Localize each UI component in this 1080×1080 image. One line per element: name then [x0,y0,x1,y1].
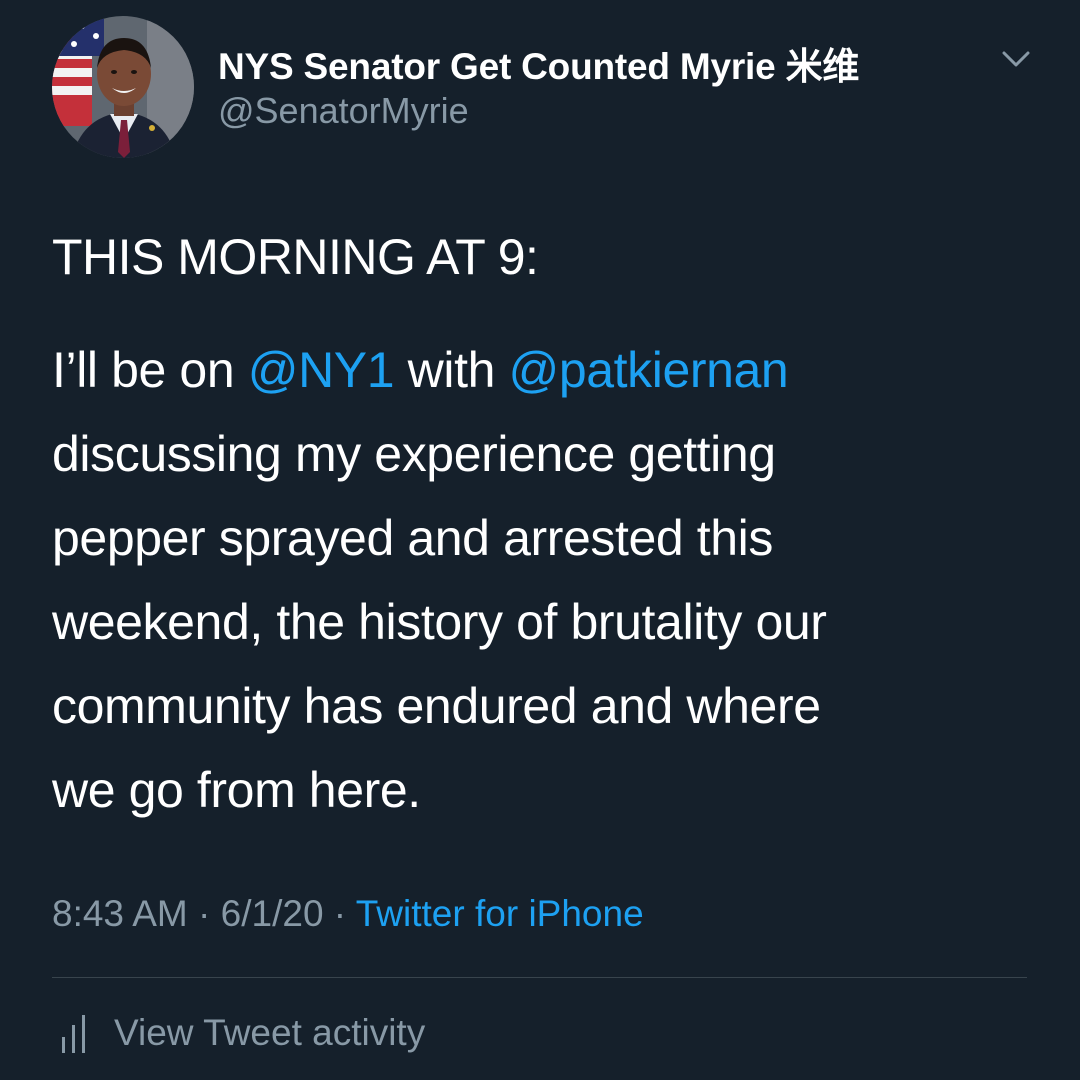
tweet-meta: 8:43 AM · 6/1/20 · Twitter for iPhone [52,893,644,935]
display-name[interactable]: NYS Senator Get Counted Myrie 米维 [218,36,859,90]
tweet-headline: THIS MORNING AT 9: [52,229,539,285]
tweet-detail: NYS Senator Get Counted Myrie 米维 @Senato… [0,0,1080,1080]
tweet-line-6: we go from here. [52,762,421,818]
tweet-line-1: I’ll be on @NY1 with @patkiernan [52,328,1042,412]
meta-separator: · [187,893,221,934]
tweet-line-5: community has endured and where [52,678,821,734]
chevron-down-icon[interactable] [996,44,1036,76]
meta-separator: · [323,893,356,934]
tweet-time: 8:43 AM [52,893,188,934]
tweet-line-3: pepper sprayed and arrested this [52,510,773,566]
divider [52,977,1027,978]
tweet-text-segment: I’ll be on [52,342,248,398]
user-handle[interactable]: @SenatorMyrie [218,90,469,132]
mention-patkiernan-link[interactable]: @patkiernan [508,342,788,398]
tweet-source-link[interactable]: Twitter for iPhone [356,893,644,934]
bar-chart-icon [62,1015,85,1053]
tweet-text-segment: with [394,342,509,398]
tweet-line-2: discussing my experience getting [52,426,776,482]
avatar[interactable] [52,16,194,158]
tweet-line-4: weekend, the history of brutality our [52,594,827,650]
activity-label: View Tweet activity [114,1012,426,1053]
tweet-body: I’ll be on @NY1 with @patkiernan discuss… [52,328,1042,832]
view-tweet-activity-button[interactable]: View Tweet activity [52,1008,425,1058]
tweet-date: 6/1/20 [220,893,324,934]
mention-ny1-link[interactable]: @NY1 [248,342,395,398]
